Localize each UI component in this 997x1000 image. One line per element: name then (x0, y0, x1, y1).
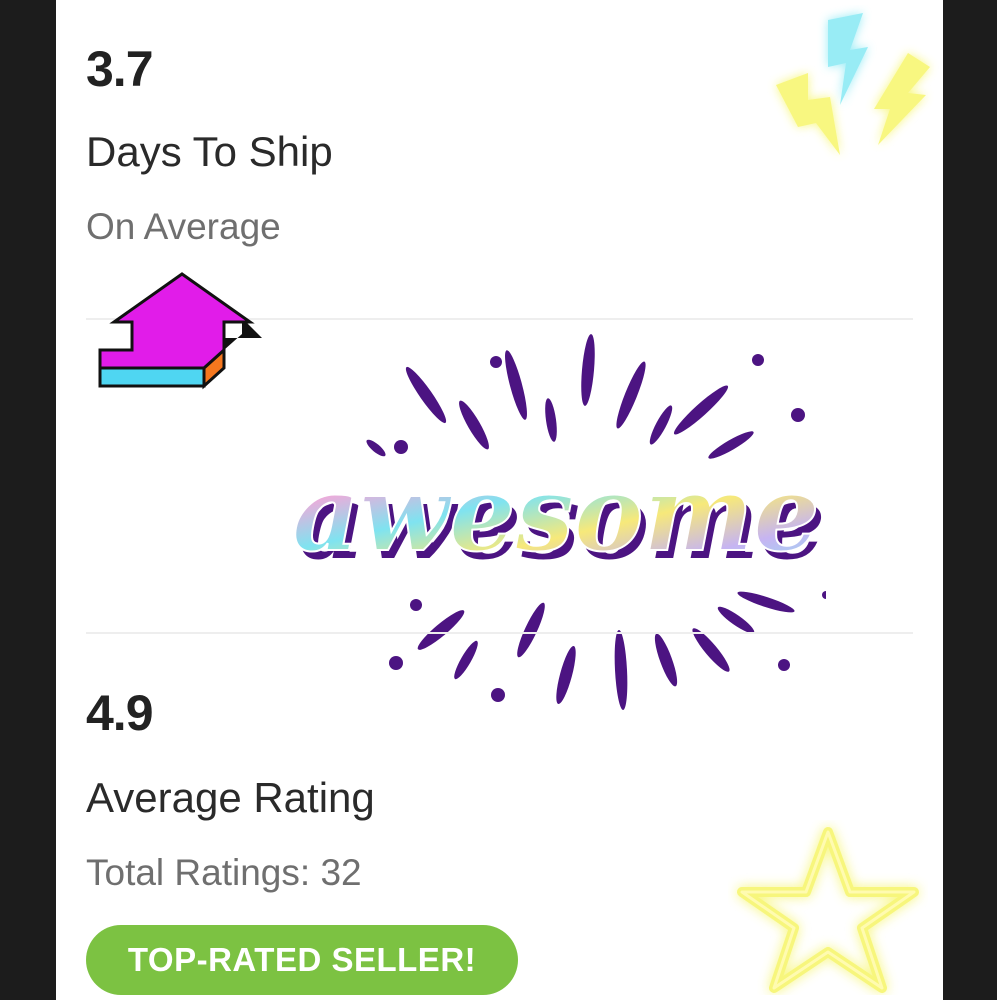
days-to-ship-label: Days To Ship (86, 128, 333, 175)
awesome-text: awesome (292, 462, 819, 575)
awesome-lettering: awesome awesome (291, 462, 825, 582)
neon-lightning-sticker-icon (776, 13, 930, 155)
seller-stats-screen: 3.7 Days To Ship On Average awesome awes… (56, 0, 943, 1000)
divider (86, 632, 913, 634)
phone-bezel-left (0, 0, 56, 1000)
arrow-up-sticker-icon (98, 272, 262, 390)
average-rating-value: 4.9 (86, 685, 154, 741)
days-to-ship-value: 3.7 (86, 41, 154, 97)
neon-star-sticker-icon (737, 827, 919, 993)
top-rated-seller-badge: TOP-RATED SELLER! (86, 925, 518, 995)
days-to-ship-sublabel: On Average (86, 206, 281, 247)
average-rating-label: Average Rating (86, 774, 375, 821)
total-ratings-label: Total Ratings: 32 (86, 852, 362, 893)
phone-bezel-right (943, 0, 997, 1000)
